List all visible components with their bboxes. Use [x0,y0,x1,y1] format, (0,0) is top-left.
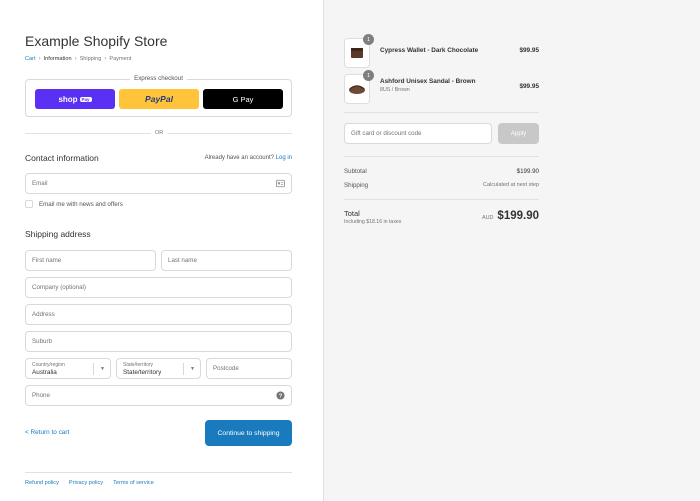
divider [344,199,539,200]
suburb-placeholder: Suburb [32,338,52,345]
divider [344,156,539,157]
newsletter-row: Email me with news and offers [25,200,123,208]
apply-button[interactable]: Apply [498,123,539,144]
breadcrumb-shipping: Shipping [79,56,102,62]
shop-pay-button[interactable]: shop Pay [35,89,115,109]
state-select[interactable]: State/territory State/territory ▼ [116,358,201,379]
product-name: Cypress Wallet - Dark Chocolate [380,47,479,54]
return-to-cart-link[interactable]: < Return to cart [25,429,69,436]
phone-field[interactable]: Phone ? [25,385,292,406]
chevron-right-icon: › [74,56,77,62]
breadcrumb-information: Information [43,56,72,62]
footer: Refund policy Privacy policy Terms of se… [25,480,154,486]
first-name-field[interactable]: First name [25,250,156,271]
contact-card-icon [276,179,285,190]
paypal-button[interactable]: PayPal [119,89,199,109]
address-placeholder: Address [32,311,55,318]
company-field[interactable]: Company (optional) [25,277,292,298]
taxes-note: Including $18.16 in taxes [344,219,402,225]
express-checkout-title: Express checkout [130,75,187,82]
chevron-right-icon: › [104,56,107,62]
paypal-label: PayPal [145,94,173,104]
quantity-badge: 1 [363,34,374,45]
country-select[interactable]: Country/region Australia ▼ [25,358,111,379]
newsletter-checkbox[interactable] [25,200,33,208]
product-price: $99.95 [519,47,539,54]
google-pay-label: G Pay [232,94,254,104]
shop-pay-badge: Pay [79,96,92,102]
checkout-main: Example Shopify Store Cart › Information… [0,0,323,501]
newsletter-label: Email me with news and offers [39,200,123,208]
address-field[interactable]: Address [25,304,292,325]
refund-policy-link[interactable]: Refund policy [25,480,59,486]
shipping-title: Shipping address [25,229,91,239]
google-pay-button[interactable]: G Pay [203,89,283,109]
chevron-right-icon: › [38,56,41,62]
breadcrumb: Cart › Information › Shipping › Payment [25,56,131,62]
product-variant: 8US / Brown [380,87,410,93]
country-value: Australia [32,369,57,376]
express-checkout: Express checkout shop Pay PayPal G Pay [25,75,292,117]
subtotal-label: Subtotal [344,168,367,175]
phone-placeholder: Phone [32,392,50,399]
shipping-value: Calculated at next step [483,182,539,188]
postcode-placeholder: Postcode [213,365,239,372]
order-item: 1 Cypress Wallet - Dark Chocolate $99.95 [344,34,539,68]
shipping-row: Shipping Calculated at next step [344,182,539,189]
total-label: Total [344,209,360,218]
product-thumbnail: 1 [344,70,374,104]
first-name-placeholder: First name [32,257,62,264]
breadcrumb-payment: Payment [109,56,132,62]
order-item: 1 Ashford Unisex Sandal - Brown 8US / Br… [344,70,539,104]
divider [344,112,539,113]
country-label: Country/region [32,362,65,368]
quantity-badge: 1 [363,70,374,81]
suburb-field[interactable]: Suburb [25,331,292,352]
currency-code: AUD [482,215,494,221]
privacy-policy-link[interactable]: Privacy policy [69,480,103,486]
account-prompt-text: Already have an account? [204,155,274,161]
footer-divider [25,472,292,473]
or-separator: OR [151,130,168,136]
subtotal-row: Subtotal $199.90 [344,168,539,175]
state-value: State/territory [123,369,162,376]
last-name-field[interactable]: Last name [161,250,292,271]
postcode-field[interactable]: Postcode [206,358,292,379]
contact-title: Contact information [25,153,99,163]
terms-of-service-link[interactable]: Terms of service [113,480,154,486]
select-separator [93,363,94,375]
login-link[interactable]: Log in [276,155,292,161]
breadcrumb-cart[interactable]: Cart [25,56,36,62]
product-price: $99.95 [519,83,539,90]
company-placeholder: Company (optional) [32,284,86,291]
chevron-down-icon: ▼ [100,366,105,372]
email-placeholder: Email [32,180,48,187]
account-prompt: Already have an account? Log in [205,155,292,161]
select-separator [183,363,184,375]
help-icon[interactable]: ? [276,391,285,402]
product-name: Ashford Unisex Sandal - Brown [380,78,476,85]
shipping-label: Shipping [344,182,369,189]
email-field[interactable]: Email [25,173,292,194]
state-label: State/territory [123,362,154,368]
chevron-down-icon: ▼ [190,366,195,372]
discount-code-input[interactable]: Gift card or discount code [344,123,492,144]
shop-pay-label: shop [58,94,78,104]
discount-placeholder: Gift card or discount code [351,130,422,137]
store-title[interactable]: Example Shopify Store [25,33,167,49]
total-value: $199.90 [497,210,539,222]
last-name-placeholder: Last name [168,257,197,264]
subtotal-value: $199.90 [516,168,539,175]
product-thumbnail: 1 [344,34,374,68]
continue-to-shipping-button[interactable]: Continue to shipping [205,420,292,446]
svg-text:?: ? [279,394,283,400]
